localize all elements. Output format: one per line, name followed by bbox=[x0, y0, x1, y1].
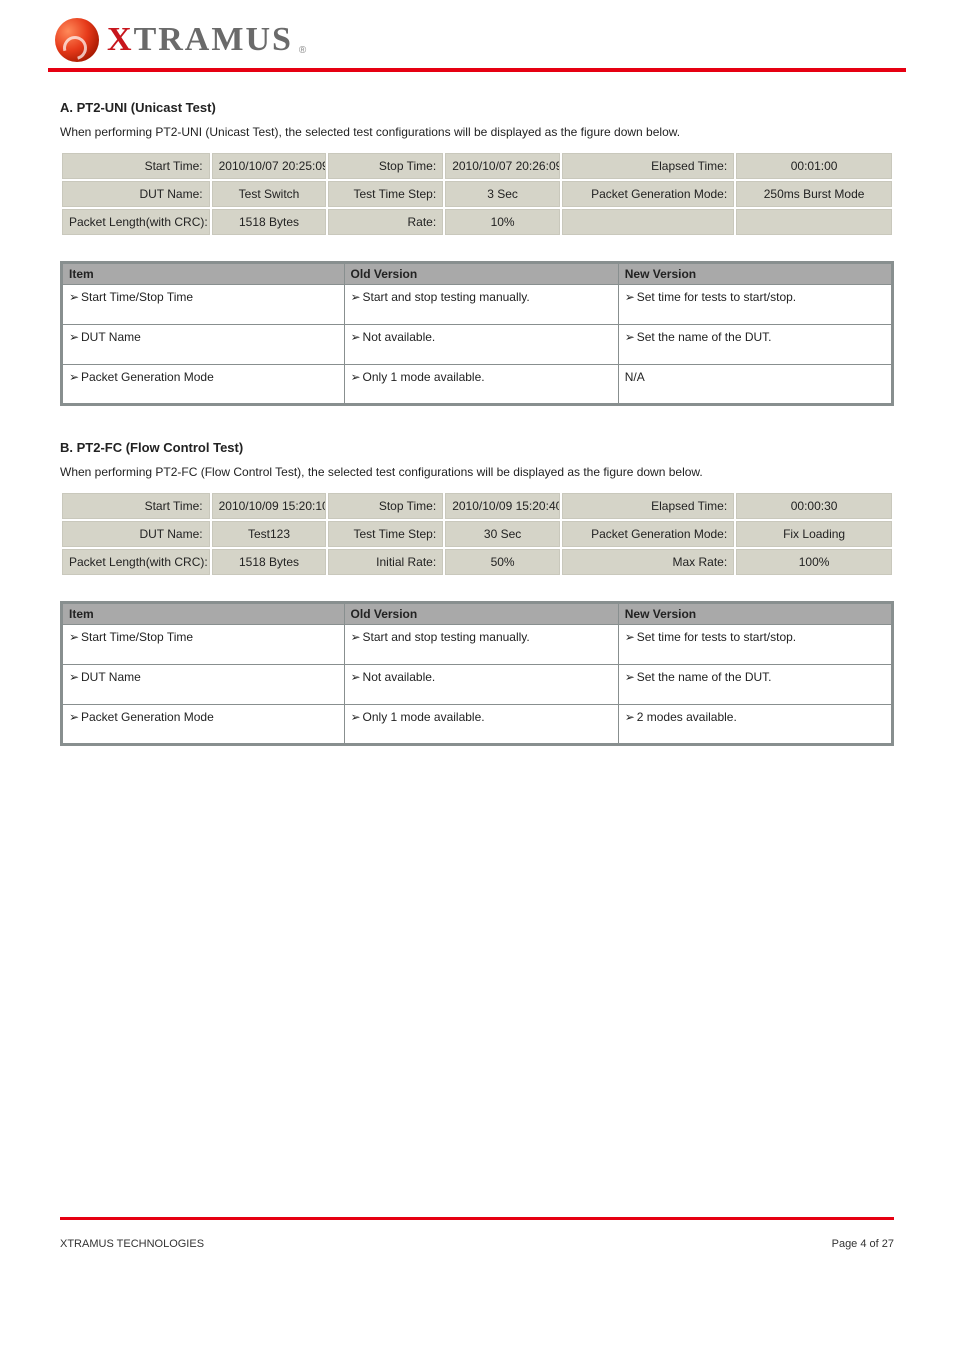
changes-cell: ➢DUT Name bbox=[62, 325, 345, 365]
footer-left: XTRAMUS TECHNOLOGIES bbox=[60, 1238, 204, 1250]
info-value: 50% bbox=[445, 549, 560, 575]
info-label: Start Time: bbox=[62, 153, 210, 179]
col-header: Item bbox=[62, 263, 345, 285]
info-value: 1518 Bytes bbox=[212, 549, 327, 575]
col-header: Item bbox=[62, 603, 345, 625]
info-label: Packet Generation Mode: bbox=[562, 181, 734, 207]
logo: XTRAMUS ® bbox=[55, 18, 954, 62]
changes-cell: ➢Packet Generation Mode bbox=[62, 365, 345, 405]
bullet-icon: ➢ bbox=[625, 289, 637, 305]
info-label: Elapsed Time: bbox=[562, 493, 734, 519]
bullet-icon: ➢ bbox=[69, 369, 81, 385]
logo-orb-icon bbox=[55, 18, 99, 62]
bullet-icon: ➢ bbox=[69, 709, 81, 725]
col-header: Old Version bbox=[344, 603, 618, 625]
bullet-icon: ➢ bbox=[351, 669, 363, 685]
bullet-icon: ➢ bbox=[351, 289, 363, 305]
info-value: 2010/10/07 20:26:09 bbox=[445, 153, 560, 179]
info-value: 250ms Burst Mode bbox=[736, 181, 892, 207]
changes-cell: ➢Set the name of the DUT. bbox=[618, 665, 892, 705]
info-label: Start Time: bbox=[62, 493, 210, 519]
info-label: Test Time Step: bbox=[328, 521, 443, 547]
bullet-icon: ➢ bbox=[625, 669, 637, 685]
col-header: New Version bbox=[618, 603, 892, 625]
changes-cell: ➢2 modes available. bbox=[618, 705, 892, 745]
bullet-icon: ➢ bbox=[625, 629, 637, 645]
info-label: Test Time Step: bbox=[328, 181, 443, 207]
info-label: Max Rate: bbox=[562, 549, 734, 575]
section-b-desc: When performing PT2-FC (Flow Control Tes… bbox=[60, 463, 894, 481]
info-label: Elapsed Time: bbox=[562, 153, 734, 179]
section-b-changes-table: Item Old Version New Version ➢Start Time… bbox=[60, 601, 894, 746]
changes-cell: ➢Packet Generation Mode bbox=[62, 705, 345, 745]
info-value: Test123 bbox=[212, 521, 327, 547]
changes-cell: ➢Set time for tests to start/stop. bbox=[618, 625, 892, 665]
changes-cell: ➢Not available. bbox=[344, 325, 618, 365]
info-value: 00:00:30 bbox=[736, 493, 892, 519]
info-value: Fix Loading bbox=[736, 521, 892, 547]
info-value: 2010/10/07 20:25:09 bbox=[212, 153, 327, 179]
header-rule bbox=[48, 68, 906, 72]
changes-cell: N/A bbox=[618, 365, 892, 405]
bullet-icon: ➢ bbox=[69, 669, 81, 685]
bullet-icon: ➢ bbox=[351, 709, 363, 725]
info-value: 00:01:00 bbox=[736, 153, 892, 179]
section-a-title: A. PT2-UNI (Unicast Test) bbox=[60, 100, 894, 115]
changes-cell: ➢Set time for tests to start/stop. bbox=[618, 285, 892, 325]
info-value: 100% bbox=[736, 549, 892, 575]
section-a-info-table: Start Time: 2010/10/07 20:25:09 Stop Tim… bbox=[60, 151, 894, 237]
info-label: Stop Time: bbox=[328, 493, 443, 519]
changes-cell: ➢Start Time/Stop Time bbox=[62, 285, 345, 325]
info-value: Test Switch bbox=[212, 181, 327, 207]
bullet-icon: ➢ bbox=[625, 329, 637, 345]
footer-right: Page 4 of 27 bbox=[832, 1238, 894, 1250]
col-header: New Version bbox=[618, 263, 892, 285]
changes-cell: ➢Only 1 mode available. bbox=[344, 365, 618, 405]
changes-cell: ➢Not available. bbox=[344, 665, 618, 705]
info-value: 1518 Bytes bbox=[212, 209, 327, 235]
changes-cell: ➢Only 1 mode available. bbox=[344, 705, 618, 745]
section-b-info-table: Start Time: 2010/10/09 15:20:10 Stop Tim… bbox=[60, 491, 894, 577]
section-a-desc: When performing PT2-UNI (Unicast Test), … bbox=[60, 123, 894, 141]
bullet-icon: ➢ bbox=[625, 709, 637, 725]
info-label bbox=[562, 209, 734, 235]
info-value: 2010/10/09 15:20:40 bbox=[445, 493, 560, 519]
info-label: Initial Rate: bbox=[328, 549, 443, 575]
changes-cell: ➢Start Time/Stop Time bbox=[62, 625, 345, 665]
info-label: Packet Length(with CRC): bbox=[62, 209, 210, 235]
changes-cell: ➢DUT Name bbox=[62, 665, 345, 705]
changes-cell: ➢Start and stop testing manually. bbox=[344, 285, 618, 325]
info-value bbox=[736, 209, 892, 235]
section-b-title: B. PT2-FC (Flow Control Test) bbox=[60, 440, 894, 455]
col-header: Old Version bbox=[344, 263, 618, 285]
info-value: 30 Sec bbox=[445, 521, 560, 547]
bullet-icon: ➢ bbox=[351, 629, 363, 645]
bullet-icon: ➢ bbox=[351, 369, 363, 385]
bullet-icon: ➢ bbox=[69, 329, 81, 345]
logo-text: XTRAMUS bbox=[107, 21, 293, 59]
changes-cell: ➢Set the name of the DUT. bbox=[618, 325, 892, 365]
info-value: 10% bbox=[445, 209, 560, 235]
info-label: Stop Time: bbox=[328, 153, 443, 179]
info-label: Packet Length(with CRC): bbox=[62, 549, 210, 575]
bullet-icon: ➢ bbox=[69, 289, 81, 305]
footer-rule bbox=[60, 1217, 894, 1220]
section-a-changes-table: Item Old Version New Version ➢Start Time… bbox=[60, 261, 894, 406]
info-label: DUT Name: bbox=[62, 521, 210, 547]
info-label: Rate: bbox=[328, 209, 443, 235]
info-value: 3 Sec bbox=[445, 181, 560, 207]
info-value: 2010/10/09 15:20:10 bbox=[212, 493, 327, 519]
bullet-icon: ➢ bbox=[351, 329, 363, 345]
info-label: DUT Name: bbox=[62, 181, 210, 207]
changes-cell: ➢Start and stop testing manually. bbox=[344, 625, 618, 665]
info-label: Packet Generation Mode: bbox=[562, 521, 734, 547]
bullet-icon: ➢ bbox=[69, 629, 81, 645]
logo-registered-icon: ® bbox=[299, 45, 306, 56]
